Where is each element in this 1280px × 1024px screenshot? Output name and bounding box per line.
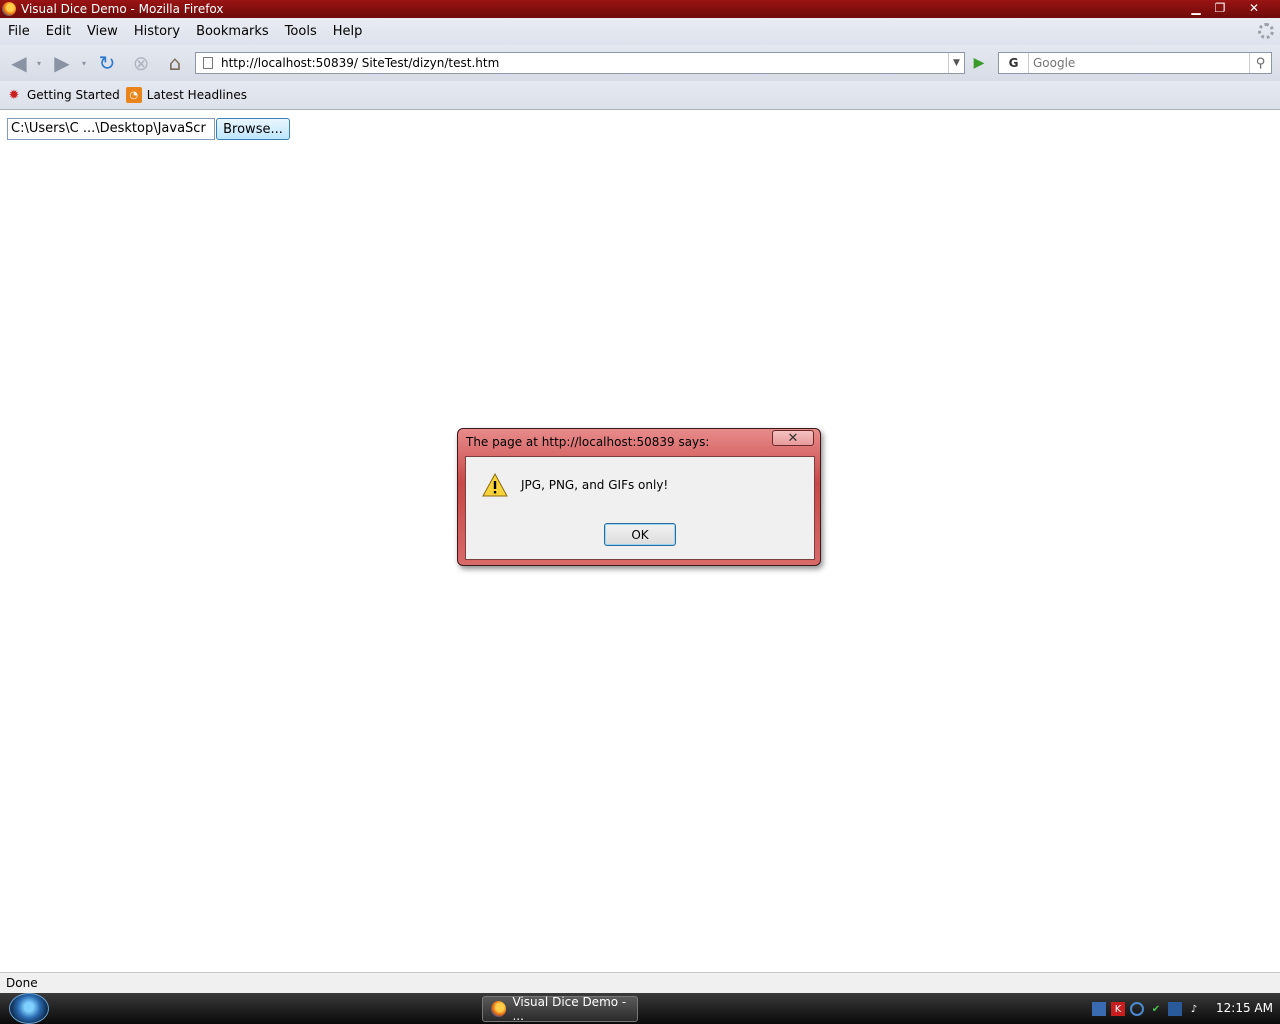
forward-arrow-icon[interactable]: ▶	[48, 51, 76, 75]
bookmark-getting-started[interactable]: ✹ Getting Started	[6, 87, 120, 103]
go-arrow-icon[interactable]: ▶	[968, 53, 990, 73]
menu-view[interactable]: View	[79, 24, 126, 39]
forward-history-dropdown-icon[interactable]: ▾	[79, 51, 89, 75]
menu-history[interactable]: History	[126, 24, 188, 39]
monitor-tray-icon[interactable]	[1168, 1002, 1182, 1016]
browse-button[interactable]: Browse...	[216, 118, 290, 140]
close-window-button[interactable]: ✕	[1232, 0, 1276, 15]
activity-throbber-icon	[1258, 23, 1274, 39]
minimize-button[interactable]: ▁	[1184, 0, 1208, 15]
alert-dialog: The page at http://localhost:50839 says:…	[457, 428, 821, 566]
firefox-icon	[2, 2, 16, 16]
search-bar[interactable]: G ⚲	[998, 52, 1272, 74]
home-icon[interactable]: ⌂	[162, 51, 188, 75]
stop-icon[interactable]: ⊗	[128, 51, 154, 75]
warning-icon	[482, 473, 508, 497]
ok-button[interactable]: OK	[604, 523, 676, 546]
dialog-message: JPG, PNG, and GIFs only!	[521, 478, 669, 492]
url-dropdown-icon[interactable]: ▼	[948, 53, 964, 73]
rss-feed-icon: ◔	[125, 87, 142, 103]
firefox-bookmark-icon: ✹	[8, 87, 20, 103]
dialog-close-button[interactable]: ✕	[772, 430, 814, 446]
search-engine-icon[interactable]: G	[999, 53, 1029, 73]
media-tray-icon[interactable]	[1130, 1002, 1144, 1016]
bookmark-latest-headlines[interactable]: ◔ Latest Headlines	[125, 87, 247, 103]
network-tray-icon[interactable]	[1092, 1002, 1106, 1016]
status-bar: Done	[0, 972, 1280, 993]
address-url[interactable]: http://localhost:50839/ SiteTest/dizyn/t…	[221, 56, 948, 70]
security-tray-icon[interactable]: ✔	[1149, 1002, 1163, 1016]
dialog-title: The page at http://localhost:50839 says:	[466, 435, 710, 449]
firefox-icon	[491, 1001, 507, 1017]
bookmark-label: Getting Started	[27, 88, 120, 102]
window-controls: ▁ ❐ ✕	[1184, 0, 1276, 16]
system-tray: K ✔ ♪	[1092, 997, 1206, 1021]
window-title: Visual Dice Demo - Mozilla Firefox	[21, 2, 224, 16]
file-path-input[interactable]: C:\Users\C ...\Desktop\JavaScr	[7, 118, 215, 140]
status-text: Done	[6, 976, 38, 990]
taskbar-item-label: Visual Dice Demo - ...	[512, 995, 627, 1023]
reload-icon[interactable]: ↻	[94, 51, 120, 75]
menu-edit[interactable]: Edit	[38, 24, 79, 39]
restore-button[interactable]: ❐	[1208, 0, 1232, 15]
back-history-dropdown-icon[interactable]: ▾	[34, 51, 44, 75]
back-arrow-icon[interactable]: ◀	[5, 51, 33, 75]
menu-file[interactable]: File	[0, 24, 38, 39]
start-button-icon[interactable]	[9, 993, 49, 1024]
taskbar-item-firefox[interactable]: Visual Dice Demo - ...	[482, 995, 638, 1023]
page-icon	[203, 57, 213, 69]
bookmark-label: Latest Headlines	[146, 88, 247, 102]
window-titlebar[interactable]: Visual Dice Demo - Mozilla Firefox ▁ ❐ ✕	[0, 0, 1280, 18]
address-bar[interactable]: http://localhost:50839/ SiteTest/dizyn/t…	[195, 52, 965, 74]
menu-bookmarks[interactable]: Bookmarks	[188, 24, 277, 39]
volume-icon[interactable]: ♪	[1187, 1002, 1201, 1016]
taskbar-clock[interactable]: 12:15 AM	[1216, 1001, 1273, 1015]
menu-help[interactable]: Help	[325, 24, 371, 39]
dialog-body: JPG, PNG, and GIFs only! OK	[465, 456, 815, 560]
menu-tools[interactable]: Tools	[277, 24, 325, 39]
bookmarks-toolbar: ✹ Getting Started ◔ Latest Headlines	[0, 81, 1280, 110]
search-icon[interactable]: ⚲	[1249, 53, 1271, 73]
windows-taskbar: Visual Dice Demo - ... K ✔ ♪ 12:15 AM	[0, 993, 1280, 1024]
navigation-toolbar: ◀ ▾ ▶ ▾ ↻ ⊗ ⌂ http://localhost:50839/ Si…	[0, 45, 1280, 81]
search-input[interactable]	[1029, 56, 1249, 70]
menu-bar: File Edit View History Bookmarks Tools H…	[0, 18, 1280, 45]
antivirus-tray-icon[interactable]: K	[1111, 1002, 1125, 1016]
